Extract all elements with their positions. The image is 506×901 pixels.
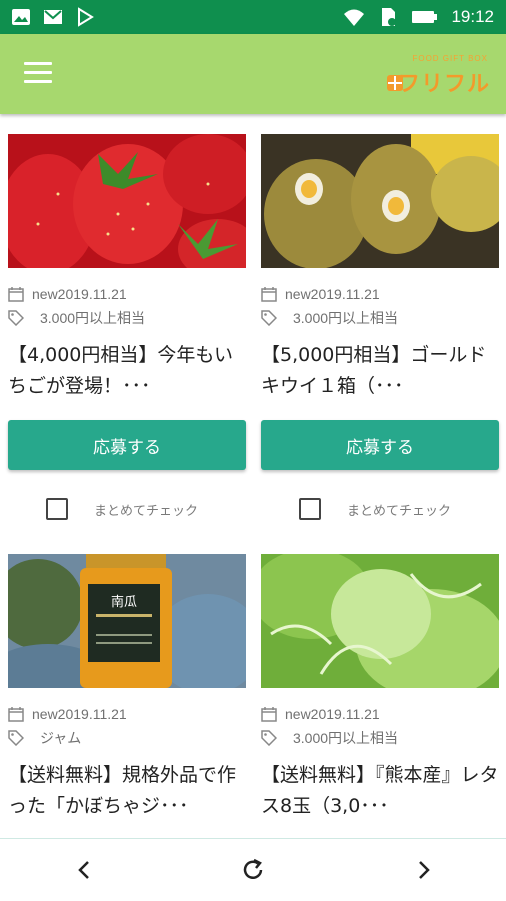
tag-row: ジャム — [8, 726, 246, 750]
calendar-icon — [8, 287, 24, 302]
lettuce-photo[interactable] — [261, 554, 499, 688]
app-logo[interactable]: FOOD GIFT BOX フリフル — [380, 50, 490, 100]
product-card[interactable]: new2019.11.21 3.000円以上相当 【4,000円相当】今年もいち… — [8, 134, 246, 522]
calendar-icon — [261, 287, 277, 302]
product-title[interactable]: 【送料無料】『熊本産』レタス8玉（3,0･･･ — [261, 760, 499, 822]
logo-text: フリフル — [397, 72, 490, 97]
post-date: new2019.11.21 — [285, 286, 380, 302]
calendar-icon — [8, 707, 24, 722]
date-row: new2019.11.21 — [8, 702, 246, 726]
back-chevron-icon[interactable] — [72, 857, 98, 883]
apply-button[interactable]: 応募する — [8, 420, 246, 470]
strawberry-photo[interactable] — [8, 134, 246, 268]
menu-icon[interactable] — [24, 62, 52, 84]
date-row: new2019.11.21 — [8, 282, 246, 306]
post-date: new2019.11.21 — [32, 706, 127, 722]
bulk-check-row[interactable]: まとめてチェック — [8, 496, 246, 522]
gmail-notification-icon — [44, 10, 62, 24]
price-tag: 3.000円以上相当 — [293, 730, 399, 746]
product-title[interactable]: 【5,000円相当】ゴールドキウイ１箱（･･･ — [261, 340, 499, 402]
price-tag: 3.000円以上相当 — [293, 310, 399, 326]
jar-label-text: 南瓜 — [111, 594, 137, 610]
product-card[interactable]: new2019.11.21 3.000円以上相当 【送料無料】『熊本産』レタス8… — [261, 554, 499, 822]
bulk-check-label: まとめてチェック — [347, 503, 452, 519]
gold-kiwi-photo[interactable] — [261, 134, 499, 268]
tag-icon — [261, 310, 277, 326]
bulk-check-checkbox[interactable] — [299, 498, 321, 520]
tag-row: 3.000円以上相当 — [8, 306, 246, 330]
forward-chevron-icon[interactable] — [410, 857, 436, 883]
status-time: 19:12 — [451, 7, 494, 26]
date-row: new2019.11.21 — [261, 702, 499, 726]
tag-icon — [261, 730, 277, 746]
product-card[interactable]: new2019.11.21 3.000円以上相当 【5,000円相当】ゴールドキ… — [261, 134, 499, 522]
play-store-icon — [78, 7, 94, 27]
sim-card-icon — [382, 8, 397, 26]
image-notification-icon — [12, 9, 30, 25]
product-title[interactable]: 【4,000円相当】今年もいちごが登場！･･･ — [8, 340, 246, 402]
browser-nav-bar — [0, 838, 506, 901]
price-tag: 3.000円以上相当 — [40, 310, 146, 326]
bulk-check-row[interactable]: まとめてチェック — [261, 496, 499, 522]
product-grid[interactable]: new2019.11.21 3.000円以上相当 【4,000円相当】今年もいち… — [0, 114, 506, 838]
post-date: new2019.11.21 — [285, 706, 380, 722]
app-bar: FOOD GIFT BOX フリフル — [0, 34, 506, 114]
logo-subtitle: FOOD GIFT BOX — [412, 54, 488, 63]
date-row: new2019.11.21 — [261, 282, 499, 306]
wifi-icon — [344, 9, 365, 26]
category-tag: ジャム — [40, 730, 82, 746]
battery-icon — [412, 11, 438, 23]
status-bar: 19:12 — [0, 0, 506, 34]
post-date: new2019.11.21 — [32, 286, 127, 302]
tag-icon — [8, 310, 24, 326]
tag-row: 3.000円以上相当 — [261, 726, 499, 750]
product-card[interactable]: 南瓜 new2019.11.21 ジャム 【送料無料】規格外品で作った「かぼちゃ… — [8, 554, 246, 822]
calendar-icon — [261, 707, 277, 722]
apply-button[interactable]: 応募する — [261, 420, 499, 470]
bulk-check-label: まとめてチェック — [94, 503, 199, 519]
tag-row: 3.000円以上相当 — [261, 306, 499, 330]
product-title[interactable]: 【送料無料】規格外品で作った「かぼちゃジ･･･ — [8, 760, 246, 822]
reload-icon[interactable] — [240, 857, 266, 883]
pumpkin-jam-photo[interactable]: 南瓜 — [8, 554, 246, 688]
bulk-check-checkbox[interactable] — [46, 498, 68, 520]
tag-icon — [8, 730, 24, 746]
